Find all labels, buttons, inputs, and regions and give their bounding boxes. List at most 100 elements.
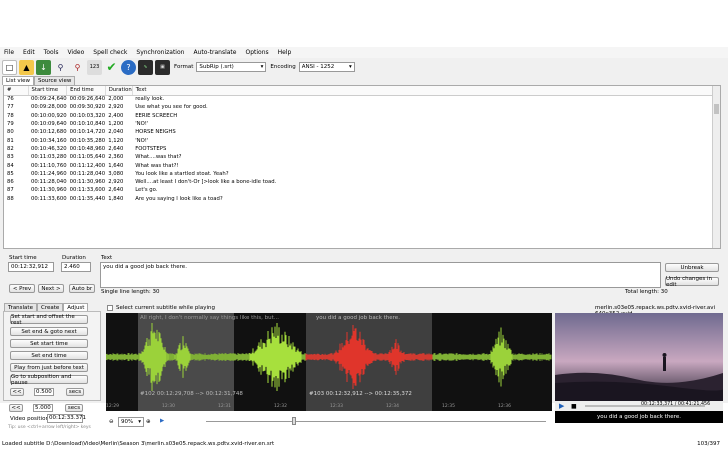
- small-step-seconds-button[interactable]: secs: [66, 388, 84, 396]
- table-cell: 84: [7, 162, 14, 169]
- fix-common-errors-icon[interactable]: 123: [87, 59, 102, 75]
- tab-list-view[interactable]: List view: [2, 76, 35, 85]
- select-while-playing-label: Select current subtitle while playing: [116, 305, 215, 311]
- step-back-large-button[interactable]: <<: [9, 404, 23, 412]
- position-slider-handle[interactable]: [292, 417, 296, 425]
- menu-help[interactable]: Help: [278, 49, 292, 56]
- set-start-time-button[interactable]: Set start time: [10, 339, 88, 348]
- stop-icon[interactable]: ■: [571, 403, 577, 410]
- play-icon[interactable]: ▶: [559, 402, 564, 410]
- column-header-start[interactable]: Start time: [28, 86, 68, 96]
- table-cell: 00:10:09,640: [31, 121, 67, 128]
- encoding-select[interactable]: ANSI - 1252 ▾: [298, 62, 355, 72]
- table-row[interactable]: 76 00:09:24,640 00:09:26,640 2,000 really lo…: [4, 95, 714, 103]
- table-row[interactable]: 82 00:10:46,320 00:10:48,960 2,640 FOOTSTEPS: [4, 145, 714, 153]
- table-row[interactable]: 86 00:11:28,040 00:11:30,960 2,920 Well....a…: [4, 178, 714, 186]
- set-end-time-button[interactable]: Set end time: [10, 351, 88, 360]
- table-cell: 00:10:35,280: [69, 137, 106, 144]
- menu-auto-translate[interactable]: Auto-translate: [193, 49, 236, 56]
- column-header-end[interactable]: End time: [66, 86, 106, 96]
- subtitle-grid[interactable]: # Start time End time Duration Text 76 00…: [3, 85, 721, 249]
- menu-edit[interactable]: Edit: [23, 49, 35, 56]
- tick-label: 12:36: [498, 404, 511, 409]
- table-row[interactable]: 77 00:09:28,000 00:09:30,920 2,920 Use what …: [4, 103, 714, 111]
- table-cell: Are you saying I look like a toad?: [135, 195, 223, 202]
- table-cell: 00:11:10,760: [31, 162, 67, 169]
- prev-button[interactable]: < Prev: [9, 284, 35, 293]
- chevron-down-icon: ▾: [348, 64, 352, 70]
- start-time-input[interactable]: 00:12:32,912: [8, 262, 54, 272]
- small-step-input[interactable]: 0.500: [34, 388, 54, 396]
- new-file-icon[interactable]: □: [2, 59, 17, 75]
- table-cell: 2,000: [108, 96, 124, 103]
- menu-options[interactable]: Options: [245, 49, 268, 56]
- menu-video[interactable]: Video: [67, 49, 84, 56]
- previous-subtitle-timecode: #102 00:12:29,708 --> 00:12:31,748: [140, 391, 243, 397]
- video-subtitle-text: you did a good job back there.: [597, 414, 681, 420]
- waveform-toggle-icon[interactable]: ∿: [138, 59, 153, 75]
- menu-spell-check[interactable]: Spell check: [93, 49, 127, 56]
- help-icon[interactable]: ?: [121, 59, 136, 75]
- set-start-offset-button[interactable]: Set start and offset the rest: [10, 314, 88, 326]
- video-toggle-icon[interactable]: ▣: [155, 59, 170, 75]
- step-back-small-button[interactable]: <<: [10, 388, 24, 396]
- position-slider-track[interactable]: [206, 421, 546, 422]
- table-row[interactable]: 80 00:10:12,680 00:10:14,720 2,040 HORSE NEI…: [4, 128, 714, 136]
- menu-tools[interactable]: Tools: [44, 49, 59, 56]
- column-header-duration[interactable]: Duration: [105, 86, 133, 96]
- adjust-panel: Set start and offset the rest Set end & …: [3, 311, 101, 401]
- table-row[interactable]: 79 00:10:09,640 00:10:10,840 1,200 'NO!': [4, 120, 714, 128]
- table-row[interactable]: 78 00:10:00,920 00:10:03,320 2,400 EERIE SCR…: [4, 112, 714, 120]
- video-position-input[interactable]: 00:12:33.371: [47, 414, 86, 423]
- format-select[interactable]: SubRip (.srt) ▾: [196, 62, 267, 72]
- column-header-number[interactable]: #: [4, 86, 29, 96]
- table-row[interactable]: 83 00:11:03,280 00:11:05,640 2,360 What....w…: [4, 153, 714, 161]
- zoom-select[interactable]: 90% ▾: [118, 417, 144, 427]
- table-row[interactable]: 87 00:11:30,960 00:11:33,600 2,640 Let's go.: [4, 186, 714, 194]
- large-step-seconds-button[interactable]: secs: [65, 404, 83, 412]
- audio-waveform[interactable]: All right, I don't normally say things l…: [106, 313, 552, 411]
- zoom-in-icon[interactable]: ⊕: [146, 419, 151, 425]
- replace-icon[interactable]: ⚲: [70, 60, 85, 75]
- play-before-text-button[interactable]: Play from just before text: [10, 363, 88, 372]
- main-window: File Edit Tools Video Spell check Synchr…: [0, 47, 728, 447]
- duration-input[interactable]: 2.460: [61, 262, 91, 272]
- video-position-label: Video position:: [10, 416, 51, 422]
- table-cell: 00:11:28,040: [69, 170, 106, 177]
- tick-label: 12:32: [274, 404, 287, 409]
- table-row[interactable]: 88 00:11:33,600 00:11:35,440 1,840 Are you s…: [4, 195, 714, 203]
- table-row[interactable]: 85 00:11:24,960 00:11:28,040 3,080 You look …: [4, 170, 714, 178]
- table-cell: 00:10:03,320: [69, 112, 106, 119]
- previous-subtitle-faint-text: All right, I don't normally say things l…: [140, 315, 280, 321]
- set-end-goto-next-button[interactable]: Set end & goto next: [10, 327, 88, 336]
- chevron-down-icon: ▾: [260, 64, 264, 70]
- menu-synchronization[interactable]: Synchronization: [136, 49, 184, 56]
- undo-changes-button[interactable]: Undo changes in edit: [665, 276, 719, 288]
- scrollbar-thumb[interactable]: [714, 104, 719, 114]
- menu-file[interactable]: File: [4, 49, 14, 56]
- video-player[interactable]: ▶ ■ 00:12:33,371 / 00:41:21,456 you did …: [555, 313, 723, 423]
- table-cell: 00:09:30,920: [69, 104, 106, 111]
- next-button[interactable]: Next >: [38, 284, 64, 293]
- goto-subposition-button[interactable]: Go to subposition and pause: [10, 374, 88, 386]
- subtitle-text-input[interactable]: you did a good job back there.: [100, 262, 661, 288]
- tab-source-view[interactable]: Source view: [34, 76, 76, 85]
- save-icon[interactable]: ↓: [36, 59, 51, 75]
- find-icon[interactable]: ⚲: [53, 60, 68, 75]
- select-while-playing-checkbox[interactable]: [107, 305, 113, 311]
- unbreak-button[interactable]: Unbreak: [665, 263, 719, 272]
- open-folder-icon[interactable]: ▲: [19, 59, 34, 75]
- auto-br-button[interactable]: Auto br: [69, 284, 95, 293]
- check-icon[interactable]: ✔: [104, 60, 119, 75]
- table-cell: EERIE SCREECH: [135, 112, 178, 119]
- current-subtitle-timecode: #103 00:12:32,912 --> 00:12:35,372: [309, 391, 412, 397]
- table-cell: 76: [7, 96, 14, 103]
- table-row[interactable]: 84 00:11:10,760 00:11:12,400 1,640 What was …: [4, 161, 714, 169]
- large-step-input[interactable]: 5.000: [33, 404, 53, 412]
- grid-scrollbar[interactable]: [712, 86, 720, 248]
- column-header-text[interactable]: Text: [132, 86, 715, 96]
- play-icon[interactable]: ▶: [160, 418, 164, 424]
- table-cell: HORSE NEIGHS: [135, 129, 176, 136]
- table-row[interactable]: 81 00:10:34,160 00:10:35,280 1,120 'NO!': [4, 136, 714, 144]
- zoom-out-icon[interactable]: ⊖: [109, 419, 114, 425]
